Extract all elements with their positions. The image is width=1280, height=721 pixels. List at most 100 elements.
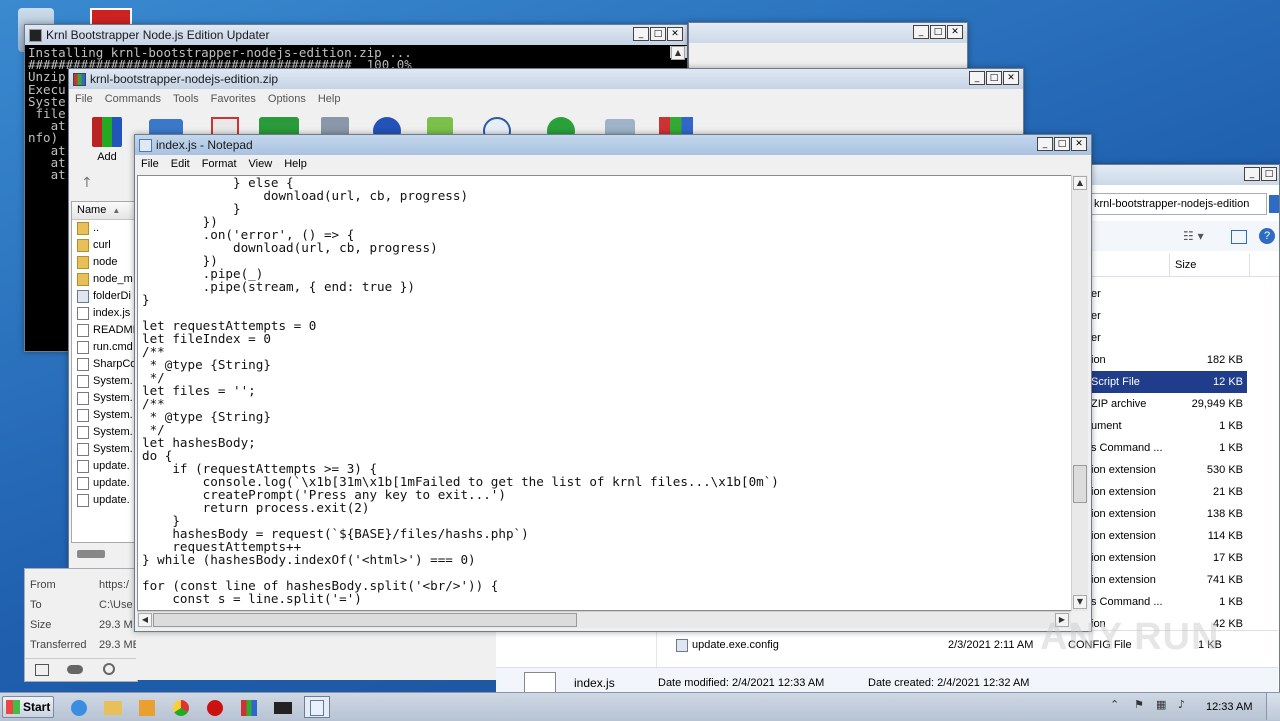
network-icon[interactable]: ▦	[1156, 698, 1166, 711]
type-column-header[interactable]	[1091, 254, 1170, 276]
explorer-row[interactable]: ument 1 KB	[1091, 415, 1247, 437]
file-list-item[interactable]: index.js	[77, 305, 134, 322]
taskbar-opera-icon[interactable]	[202, 696, 228, 718]
up-one-level-button[interactable]: ↑	[81, 175, 101, 195]
notepad-menu-item[interactable]: View	[243, 158, 279, 170]
winrar-menu-item[interactable]: Tools	[167, 93, 205, 105]
notepad-window[interactable]: index.js - Notepad _ □ ✕ File Edit Format V…	[134, 134, 1092, 632]
add-button[interactable]: Add	[87, 117, 127, 169]
window-icon[interactable]	[35, 664, 49, 676]
explorer-row[interactable]: ion extension 114 KB	[1091, 525, 1247, 547]
action-center-icon[interactable]: ⚑	[1134, 698, 1144, 711]
search-icon[interactable]	[1269, 195, 1279, 213]
file-list-item[interactable]: System.	[77, 424, 134, 441]
file-list-item[interactable]: update.	[77, 458, 134, 475]
explorer-row[interactable]: s Command ... 1 KB	[1091, 437, 1247, 459]
volume-icon[interactable]: ♪	[1178, 698, 1185, 711]
notepad-titlebar[interactable]: index.js - Notepad _ □ ✕	[135, 135, 1091, 155]
explorer-row[interactable]: ion extension 138 KB	[1091, 503, 1247, 525]
background-window[interactable]: _ □ ✕	[688, 22, 968, 72]
file-list-item[interactable]: System.	[77, 407, 134, 424]
file-list-item[interactable]: curl	[77, 237, 134, 254]
notepad-vertical-scrollbar[interactable]: ▲ ▼	[1071, 175, 1088, 611]
explorer-row[interactable]: ion extension 741 KB	[1091, 569, 1247, 591]
winrar-menu-item[interactable]: Options	[262, 93, 312, 105]
close-button[interactable]: ✕	[667, 27, 683, 41]
preview-pane-icon[interactable]	[1231, 230, 1247, 244]
maximize-button[interactable]: □	[930, 25, 946, 39]
help-icon[interactable]: ?	[1259, 228, 1275, 244]
taskbar-explorer-icon[interactable]	[100, 696, 126, 718]
explorer-row[interactable]: s Command ... 1 KB	[1091, 591, 1247, 613]
gauge-icon[interactable]	[103, 663, 115, 675]
taskbar-notepad-icon[interactable]	[304, 696, 330, 718]
scroll-up-arrow[interactable]: ▲	[1073, 176, 1087, 190]
notepad-editor[interactable]: } else { download(url, cb, progress) } }…	[137, 175, 1073, 611]
maximize-button[interactable]: □	[1261, 167, 1277, 181]
taskbar-ie-icon[interactable]	[66, 696, 92, 718]
explorer-row[interactable]: er	[1091, 327, 1247, 349]
explorer-row[interactable]: er	[1091, 283, 1247, 305]
winrar-titlebar[interactable]: krnl-bootstrapper-nodejs-edition.zip _ □…	[69, 69, 1023, 89]
console-scrollbar[interactable]: ▲	[670, 46, 687, 60]
explorer-row[interactable]: ion extension 17 KB	[1091, 547, 1247, 569]
winrar-menu-item[interactable]: Favorites	[205, 93, 262, 105]
close-button[interactable]: ✕	[1003, 71, 1019, 85]
notepad-menu-item[interactable]: Help	[278, 158, 313, 170]
minimize-button[interactable]: _	[1037, 137, 1053, 151]
notepad-menu-item[interactable]: File	[135, 158, 165, 170]
scroll-down-arrow[interactable]: ▼	[1073, 595, 1087, 609]
view-options-icon[interactable]: ☷ ▾	[1183, 229, 1204, 243]
taskbar-chrome-icon[interactable]	[168, 696, 194, 718]
show-desktop-button[interactable]	[1266, 693, 1280, 720]
clock[interactable]: 12:33 AM	[1206, 701, 1252, 713]
file-list-item[interactable]: node	[77, 254, 134, 271]
minimize-button[interactable]: _	[1244, 167, 1260, 181]
cloud-icon[interactable]	[67, 665, 83, 674]
file-list-item[interactable]: ..	[77, 220, 134, 237]
address-bar[interactable]: krnl-bootstrapper-nodejs-edition	[1091, 193, 1267, 215]
scroll-up-arrow[interactable]: ▲	[671, 46, 685, 60]
file-list-item[interactable]: update.	[77, 492, 134, 509]
file-list-item[interactable]: node_m	[77, 271, 134, 288]
maximize-button[interactable]: □	[650, 27, 666, 41]
explorer-titlebar[interactable]: _ □	[1091, 165, 1279, 185]
maximize-button[interactable]: □	[1054, 137, 1070, 151]
minimize-button[interactable]: _	[913, 25, 929, 39]
notepad-menu-item[interactable]: Format	[196, 158, 243, 170]
minimize-button[interactable]: _	[969, 71, 985, 85]
file-list-item[interactable]: System.	[77, 373, 134, 390]
explorer-row[interactable]: ion 182 KB	[1091, 349, 1247, 371]
winrar-menu-item[interactable]: Help	[312, 93, 347, 105]
updater-titlebar[interactable]: Krnl Bootstrapper Node.js Edition Update…	[25, 25, 687, 45]
explorer-row[interactable]: ion extension 21 KB	[1091, 481, 1247, 503]
file-list-item[interactable]: update.	[77, 475, 134, 492]
maximize-button[interactable]: □	[986, 71, 1002, 85]
tray-expand-icon[interactable]: ⌃	[1110, 698, 1119, 711]
name-column-header[interactable]: Name ▲	[72, 202, 134, 220]
minimize-button[interactable]: _	[633, 27, 649, 41]
explorer-row[interactable]: Script File 12 KB	[1091, 371, 1247, 393]
taskbar-media-player-icon[interactable]	[134, 696, 160, 718]
explorer-row[interactable]: er	[1091, 305, 1247, 327]
winrar-menu-item[interactable]: Commands	[99, 93, 167, 105]
file-list-item[interactable]: README	[77, 322, 134, 339]
winrar-menu-item[interactable]: File	[69, 93, 99, 105]
horizontal-scroll-thumb[interactable]	[153, 613, 577, 627]
vertical-scroll-thumb[interactable]	[1073, 465, 1087, 503]
close-button[interactable]: ✕	[1071, 137, 1087, 151]
explorer-row[interactable]: ion extension 530 KB	[1091, 459, 1247, 481]
background-window-titlebar[interactable]: _ □ ✕	[689, 23, 967, 43]
explorer-window[interactable]: _ □ krnl-bootstrapper-nodejs-edition ☷ ▾…	[1090, 164, 1280, 694]
taskbar-winrar-icon[interactable]	[236, 696, 262, 718]
file-list-item[interactable]: folderDi	[77, 288, 134, 305]
file-list-item[interactable]: System.	[77, 441, 134, 458]
size-column-header[interactable]: Size	[1175, 259, 1196, 271]
column-divider[interactable]	[1249, 254, 1250, 276]
taskbar-console-icon[interactable]	[270, 696, 296, 718]
drive-icon[interactable]	[77, 550, 105, 558]
start-button[interactable]: Start	[2, 696, 54, 718]
file-list-item[interactable]: SharpCo	[77, 356, 134, 373]
notepad-horizontal-scrollbar[interactable]: ◀ ▶	[137, 611, 1071, 628]
file-list-item[interactable]: System.	[77, 390, 134, 407]
